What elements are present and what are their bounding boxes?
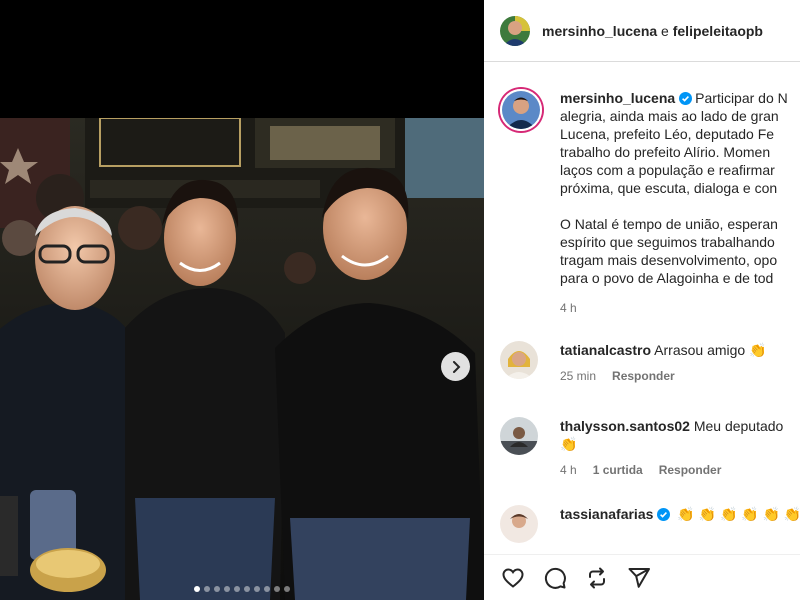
carousel-dot xyxy=(234,586,240,592)
photo-illustration xyxy=(0,118,484,600)
header-authors: mersinho_lucena e felipeleitaopb xyxy=(542,23,763,39)
caption-timestamp: 4 h xyxy=(560,301,577,315)
like-button[interactable] xyxy=(500,565,526,591)
caption-line: tragam mais desenvolvimento, opo xyxy=(560,252,778,268)
comment-item: tatianalcastro Arrasou amigo 👏 25 min Re… xyxy=(484,341,800,385)
carousel-dot xyxy=(244,586,250,592)
avatar-image xyxy=(502,91,540,129)
carousel-dot xyxy=(194,586,200,592)
comment-time: 4 h xyxy=(560,463,577,477)
caption-line: Lucena, prefeito Léo, deputado Fe xyxy=(560,126,775,142)
comment-emoji: 👏 xyxy=(560,436,578,452)
comment-emoji: 👏 👏 👏 👏 👏 👏 xyxy=(677,506,800,522)
comment-username[interactable]: tassianafarias xyxy=(560,506,653,522)
comment-item: tassianafarias 👏 👏 👏 👏 👏 👏 xyxy=(484,505,800,543)
comment-avatar[interactable] xyxy=(500,417,538,455)
avatar-image xyxy=(500,505,538,543)
header-author-link[interactable]: mersinho_lucena xyxy=(542,23,657,39)
caption-line: Participar do N xyxy=(695,90,788,106)
comment-avatar[interactable] xyxy=(500,341,538,379)
reply-button[interactable]: Responder xyxy=(612,367,675,385)
comment-meta: 4 h 1 curtida Responder xyxy=(560,461,800,479)
post-caption: mersinho_lucena Participar do N alegria, … xyxy=(484,63,800,317)
verified-badge-icon xyxy=(679,92,693,105)
share-icon xyxy=(589,567,605,588)
send-button[interactable] xyxy=(626,565,652,591)
header-connector: e xyxy=(661,22,669,39)
comments-scroll-area[interactable]: mersinho_lucena Participar do N alegria, … xyxy=(484,63,800,555)
carousel-dot xyxy=(284,586,290,592)
comment-body: thalysson.santos02 Meu deputado 👏 4 h 1 … xyxy=(560,417,800,479)
comment-meta: 25 min Responder xyxy=(560,367,800,385)
post-header: mersinho_lucena e felipeleitaopb xyxy=(484,0,800,62)
post-media xyxy=(0,0,484,600)
comment-avatar[interactable] xyxy=(500,505,538,543)
comment-body: tatianalcastro Arrasou amigo 👏 25 min Re… xyxy=(560,341,800,385)
comment-text: Meu deputado xyxy=(693,418,784,434)
post-photo xyxy=(0,118,484,600)
caption-line: laços com a população e reafirmar xyxy=(560,162,775,178)
avatar-image xyxy=(500,341,538,379)
comment-emoji: 👏 xyxy=(749,342,767,358)
comment-body: tassianafarias 👏 👏 👏 👏 👏 👏 xyxy=(560,505,800,523)
comment-text: Arrasou amigo xyxy=(654,342,746,358)
carousel-indicator xyxy=(0,586,484,592)
repost-button[interactable] xyxy=(584,565,610,591)
post-side-panel: mersinho_lucena e felipeleitaopb mersinh… xyxy=(484,0,800,600)
caption-avatar[interactable] xyxy=(500,89,542,131)
carousel-dot xyxy=(274,586,280,592)
comment-item: thalysson.santos02 Meu deputado 👏 4 h 1 … xyxy=(484,417,800,479)
reply-button[interactable]: Responder xyxy=(659,461,722,479)
carousel-dot xyxy=(204,586,210,592)
caption-username[interactable]: mersinho_lucena xyxy=(560,90,675,106)
comment-icon xyxy=(544,567,566,589)
caption-paragraph: O Natal é tempo de união, esperan espíri… xyxy=(560,215,800,287)
post-action-bar xyxy=(484,554,800,600)
caption-line: para o povo de Alagoinha e de tod xyxy=(560,270,774,286)
caption-line: O Natal é tempo de união, esperan xyxy=(560,216,778,232)
header-coauthor-link[interactable]: felipeleitaopb xyxy=(673,23,763,39)
carousel-dot xyxy=(224,586,230,592)
carousel-next-button[interactable] xyxy=(441,352,470,381)
caption-line: alegria, ainda mais ao lado de gran xyxy=(560,108,779,124)
caption-line: próxima, que escuta, dialoga e con xyxy=(560,180,778,196)
comment-time: 25 min xyxy=(560,369,597,383)
carousel-dot xyxy=(214,586,220,592)
caption-text: mersinho_lucena Participar do N alegria, … xyxy=(560,89,800,317)
avatar-image xyxy=(500,417,538,455)
carousel-dot xyxy=(254,586,260,592)
comment-username[interactable]: tatianalcastro xyxy=(560,342,651,358)
caption-line: espírito que seguimos trabalhando xyxy=(560,234,775,250)
send-icon xyxy=(628,567,650,588)
avatar-image xyxy=(500,15,530,46)
comment-likes[interactable]: 1 curtida xyxy=(593,461,643,479)
verified-badge-icon xyxy=(657,508,671,521)
carousel-dot xyxy=(264,586,270,592)
header-avatar[interactable] xyxy=(500,15,530,46)
comment-button[interactable] xyxy=(542,565,568,591)
heart-icon xyxy=(502,567,524,588)
chevron-right-icon xyxy=(452,360,460,373)
caption-line: trabalho do prefeito Alírio. Momen xyxy=(560,144,771,160)
comment-username[interactable]: thalysson.santos02 xyxy=(560,418,690,434)
